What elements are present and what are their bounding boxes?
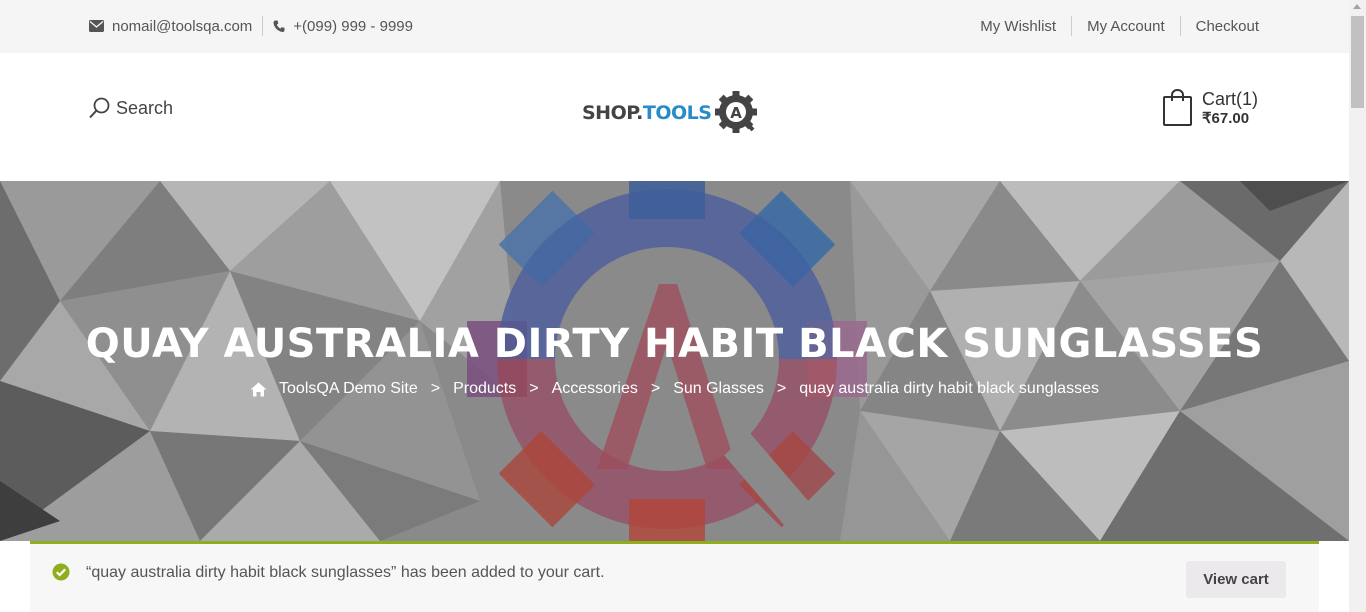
site-logo[interactable]: SHOP. TOOLS A	[582, 91, 760, 135]
contact-info: nomail@toolsqa.com +(099) 999 - 9999	[89, 16, 413, 36]
page-title: QUAY AUSTRALIA DIRTY HABIT BLACK SUNGLAS…	[85, 321, 1264, 367]
checkout-link[interactable]: Checkout	[1196, 18, 1259, 35]
logo-text-tools: TOOLS	[642, 102, 712, 124]
logo-text-shop: SHOP.	[582, 102, 643, 124]
site-header: Search SHOP. TOOLS A Cart(1) ₹67.00	[0, 53, 1349, 181]
account-links: My Wishlist My Account Checkout	[980, 16, 1259, 36]
breadcrumb-separator: >	[529, 380, 539, 397]
cart-total: ₹67.00	[1202, 110, 1250, 127]
search-button[interactable]: Search	[89, 97, 173, 119]
page-banner: QUAY AUSTRALIA DIRTY HABIT BLACK SUNGLAS…	[0, 181, 1349, 541]
view-cart-button[interactable]: View cart	[1186, 561, 1286, 598]
cart-notice: “quay australia dirty habit black sungla…	[30, 541, 1319, 612]
envelope-icon	[89, 20, 104, 32]
divider	[262, 16, 264, 36]
scroll-up-icon[interactable]	[1353, 4, 1361, 9]
breadcrumb-home[interactable]: ToolsQA Demo Site	[279, 380, 418, 398]
contact-email[interactable]: nomail@toolsqa.com	[112, 18, 252, 35]
page-scrollbar[interactable]	[1349, 0, 1366, 612]
my-account-link[interactable]: My Account	[1087, 18, 1165, 35]
breadcrumb: ToolsQA Demo Site > Products > Accessori…	[0, 380, 1349, 398]
divider	[1179, 16, 1181, 36]
notice-message: “quay australia dirty habit black sungla…	[86, 564, 605, 581]
home-icon[interactable]	[250, 382, 267, 397]
gear-logo-icon: A	[714, 91, 760, 135]
breadcrumb-separator: >	[430, 380, 441, 397]
divider	[1071, 16, 1073, 36]
top-bar: nomail@toolsqa.com +(099) 999 - 9999 My …	[0, 0, 1349, 53]
wishlist-link[interactable]: My Wishlist	[980, 18, 1056, 35]
check-circle-icon	[52, 563, 70, 586]
phone-icon	[273, 20, 285, 33]
breadcrumb-separator: >	[650, 380, 661, 397]
scrollbar-thumb[interactable]	[1351, 16, 1364, 108]
breadcrumb-current: quay australia dirty habit black sunglas…	[799, 380, 1099, 397]
cart-label: Cart(1)	[1202, 89, 1259, 109]
contact-phone[interactable]: +(099) 999 - 9999	[293, 18, 413, 35]
cart-bag-icon	[1162, 89, 1194, 127]
breadcrumb-sun-glasses[interactable]: Sun Glasses	[673, 380, 764, 398]
logo-badge-letter: A	[731, 104, 743, 122]
cart-button[interactable]: Cart(1) ₹67.00	[1162, 89, 1258, 127]
breadcrumb-products[interactable]: Products	[453, 380, 516, 398]
search-icon	[89, 97, 110, 119]
search-label: Search	[116, 97, 174, 118]
breadcrumb-separator: >	[776, 380, 787, 397]
breadcrumb-accessories[interactable]: Accessories	[552, 380, 638, 398]
